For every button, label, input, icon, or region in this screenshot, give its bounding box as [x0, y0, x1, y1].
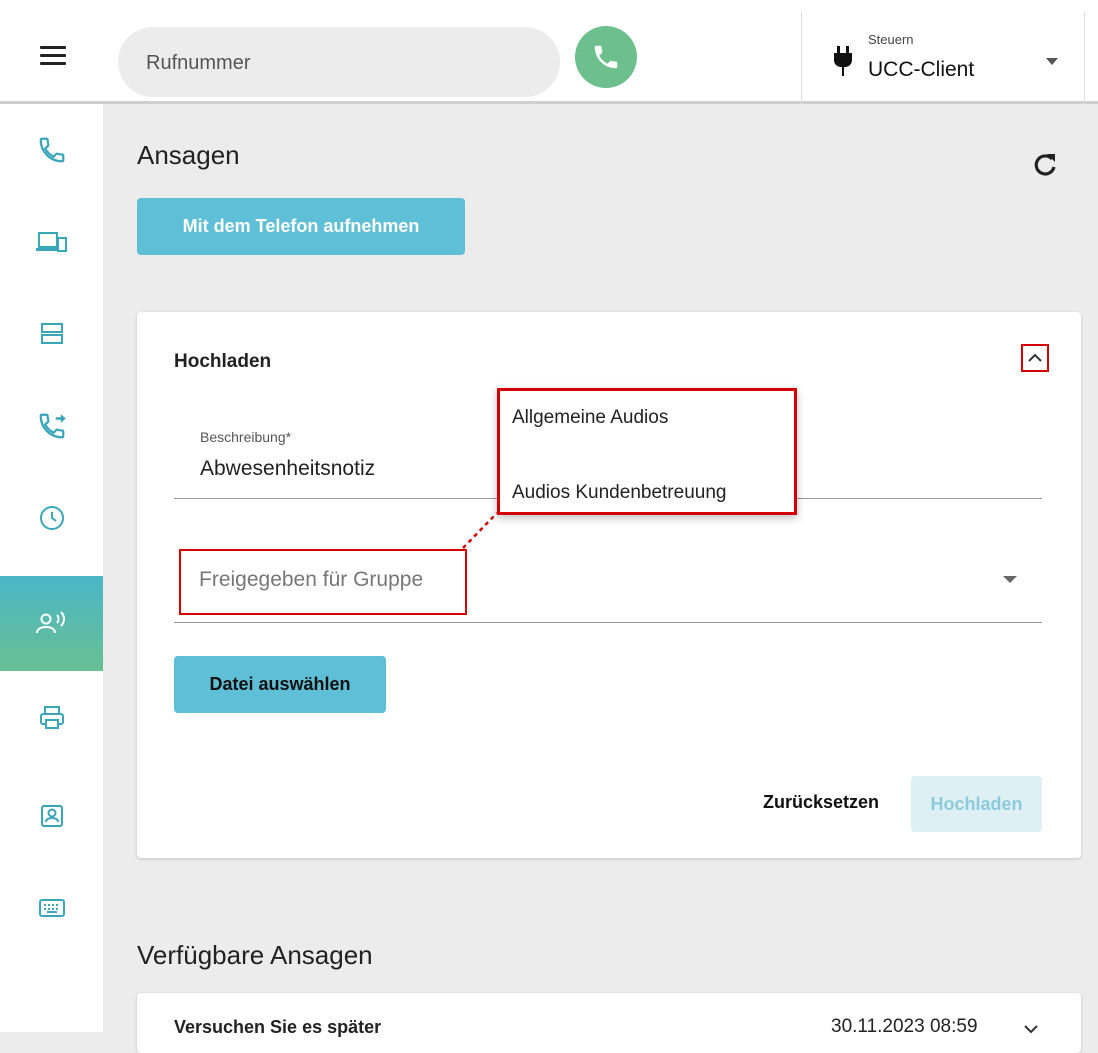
sidebar-item-contacts[interactable]	[0, 770, 103, 862]
server-icon	[40, 323, 63, 344]
control-label: Steuern	[868, 32, 914, 47]
chevron-down-icon[interactable]	[1003, 576, 1017, 583]
record-with-phone-button[interactable]: Mit dem Telefon aufnehmen	[137, 198, 465, 255]
call-forward-icon	[39, 413, 66, 439]
sidebar-item-calls[interactable]	[0, 104, 103, 196]
upload-card-title: Hochladen	[174, 351, 272, 372]
sidebar-item-fax[interactable]	[0, 672, 103, 764]
call-button[interactable]	[575, 26, 637, 88]
sidebar-item-history[interactable]	[0, 472, 103, 564]
announcement-icon	[35, 610, 65, 633]
upload-button[interactable]: Hochladen	[911, 776, 1042, 832]
chevron-up-icon[interactable]	[1021, 344, 1049, 372]
plug-icon	[834, 46, 852, 76]
sidebar	[0, 104, 103, 1032]
sidebar-item-announcements[interactable]	[0, 576, 103, 671]
list-item[interactable]: Versuchen Sie es später 30.11.2023 08:59	[137, 993, 1081, 1053]
contact-icon	[40, 805, 63, 827]
sidebar-item-keypad[interactable]	[0, 862, 103, 954]
control-select[interactable]: Steuern UCC-Client	[832, 30, 1068, 92]
divider	[174, 622, 1042, 623]
dropdown-option-general-audios[interactable]: Allgemeine Audios	[512, 407, 668, 429]
top-bar: Steuern UCC-Client	[0, 0, 1098, 104]
divider	[801, 12, 802, 104]
reset-button[interactable]: Zurücksetzen	[763, 792, 899, 813]
phone-icon	[594, 45, 618, 69]
announcement-date: 30.11.2023 08:59	[831, 1016, 978, 1037]
control-value: UCC-Client	[868, 58, 975, 81]
menu-icon[interactable]	[40, 46, 70, 66]
sidebar-item-call-forwarding[interactable]	[0, 380, 103, 472]
chevron-down-icon[interactable]	[1023, 1023, 1039, 1035]
phone-number-input[interactable]	[144, 27, 548, 99]
select-file-button[interactable]: Datei auswählen	[174, 656, 386, 713]
chevron-down-icon	[1046, 58, 1058, 65]
clock-icon	[39, 506, 64, 530]
announcement-title: Versuchen Sie es später	[174, 1017, 382, 1037]
description-label: Beschreibung*	[200, 429, 292, 445]
divider	[1084, 12, 1085, 104]
group-dropdown-menu: Allgemeine Audios Audios Kundenbetreuung	[497, 388, 797, 515]
sidebar-item-devices[interactable]	[0, 196, 103, 288]
sidebar-item-server[interactable]	[0, 288, 103, 380]
devices-icon	[35, 232, 67, 252]
phone-number-search	[118, 27, 560, 99]
refresh-icon[interactable]	[1030, 150, 1060, 180]
group-select[interactable]: Freigegeben für Gruppe	[199, 568, 423, 592]
phone-icon	[39, 137, 64, 163]
page-title: Ansagen	[137, 140, 240, 170]
printer-icon	[39, 706, 64, 729]
dropdown-option-customer-service-audios[interactable]: Audios Kundenbetreuung	[512, 482, 726, 504]
keyboard-icon	[38, 899, 65, 917]
available-announcements-title: Verfügbare Ansagen	[137, 940, 373, 970]
